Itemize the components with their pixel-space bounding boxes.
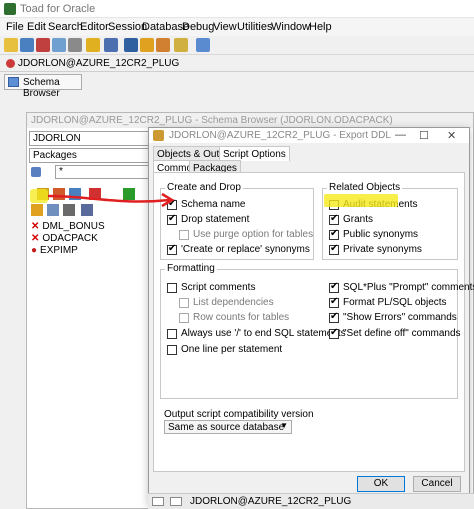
arrow-path bbox=[47, 194, 171, 203]
annotation-arrow bbox=[47, 192, 175, 208]
